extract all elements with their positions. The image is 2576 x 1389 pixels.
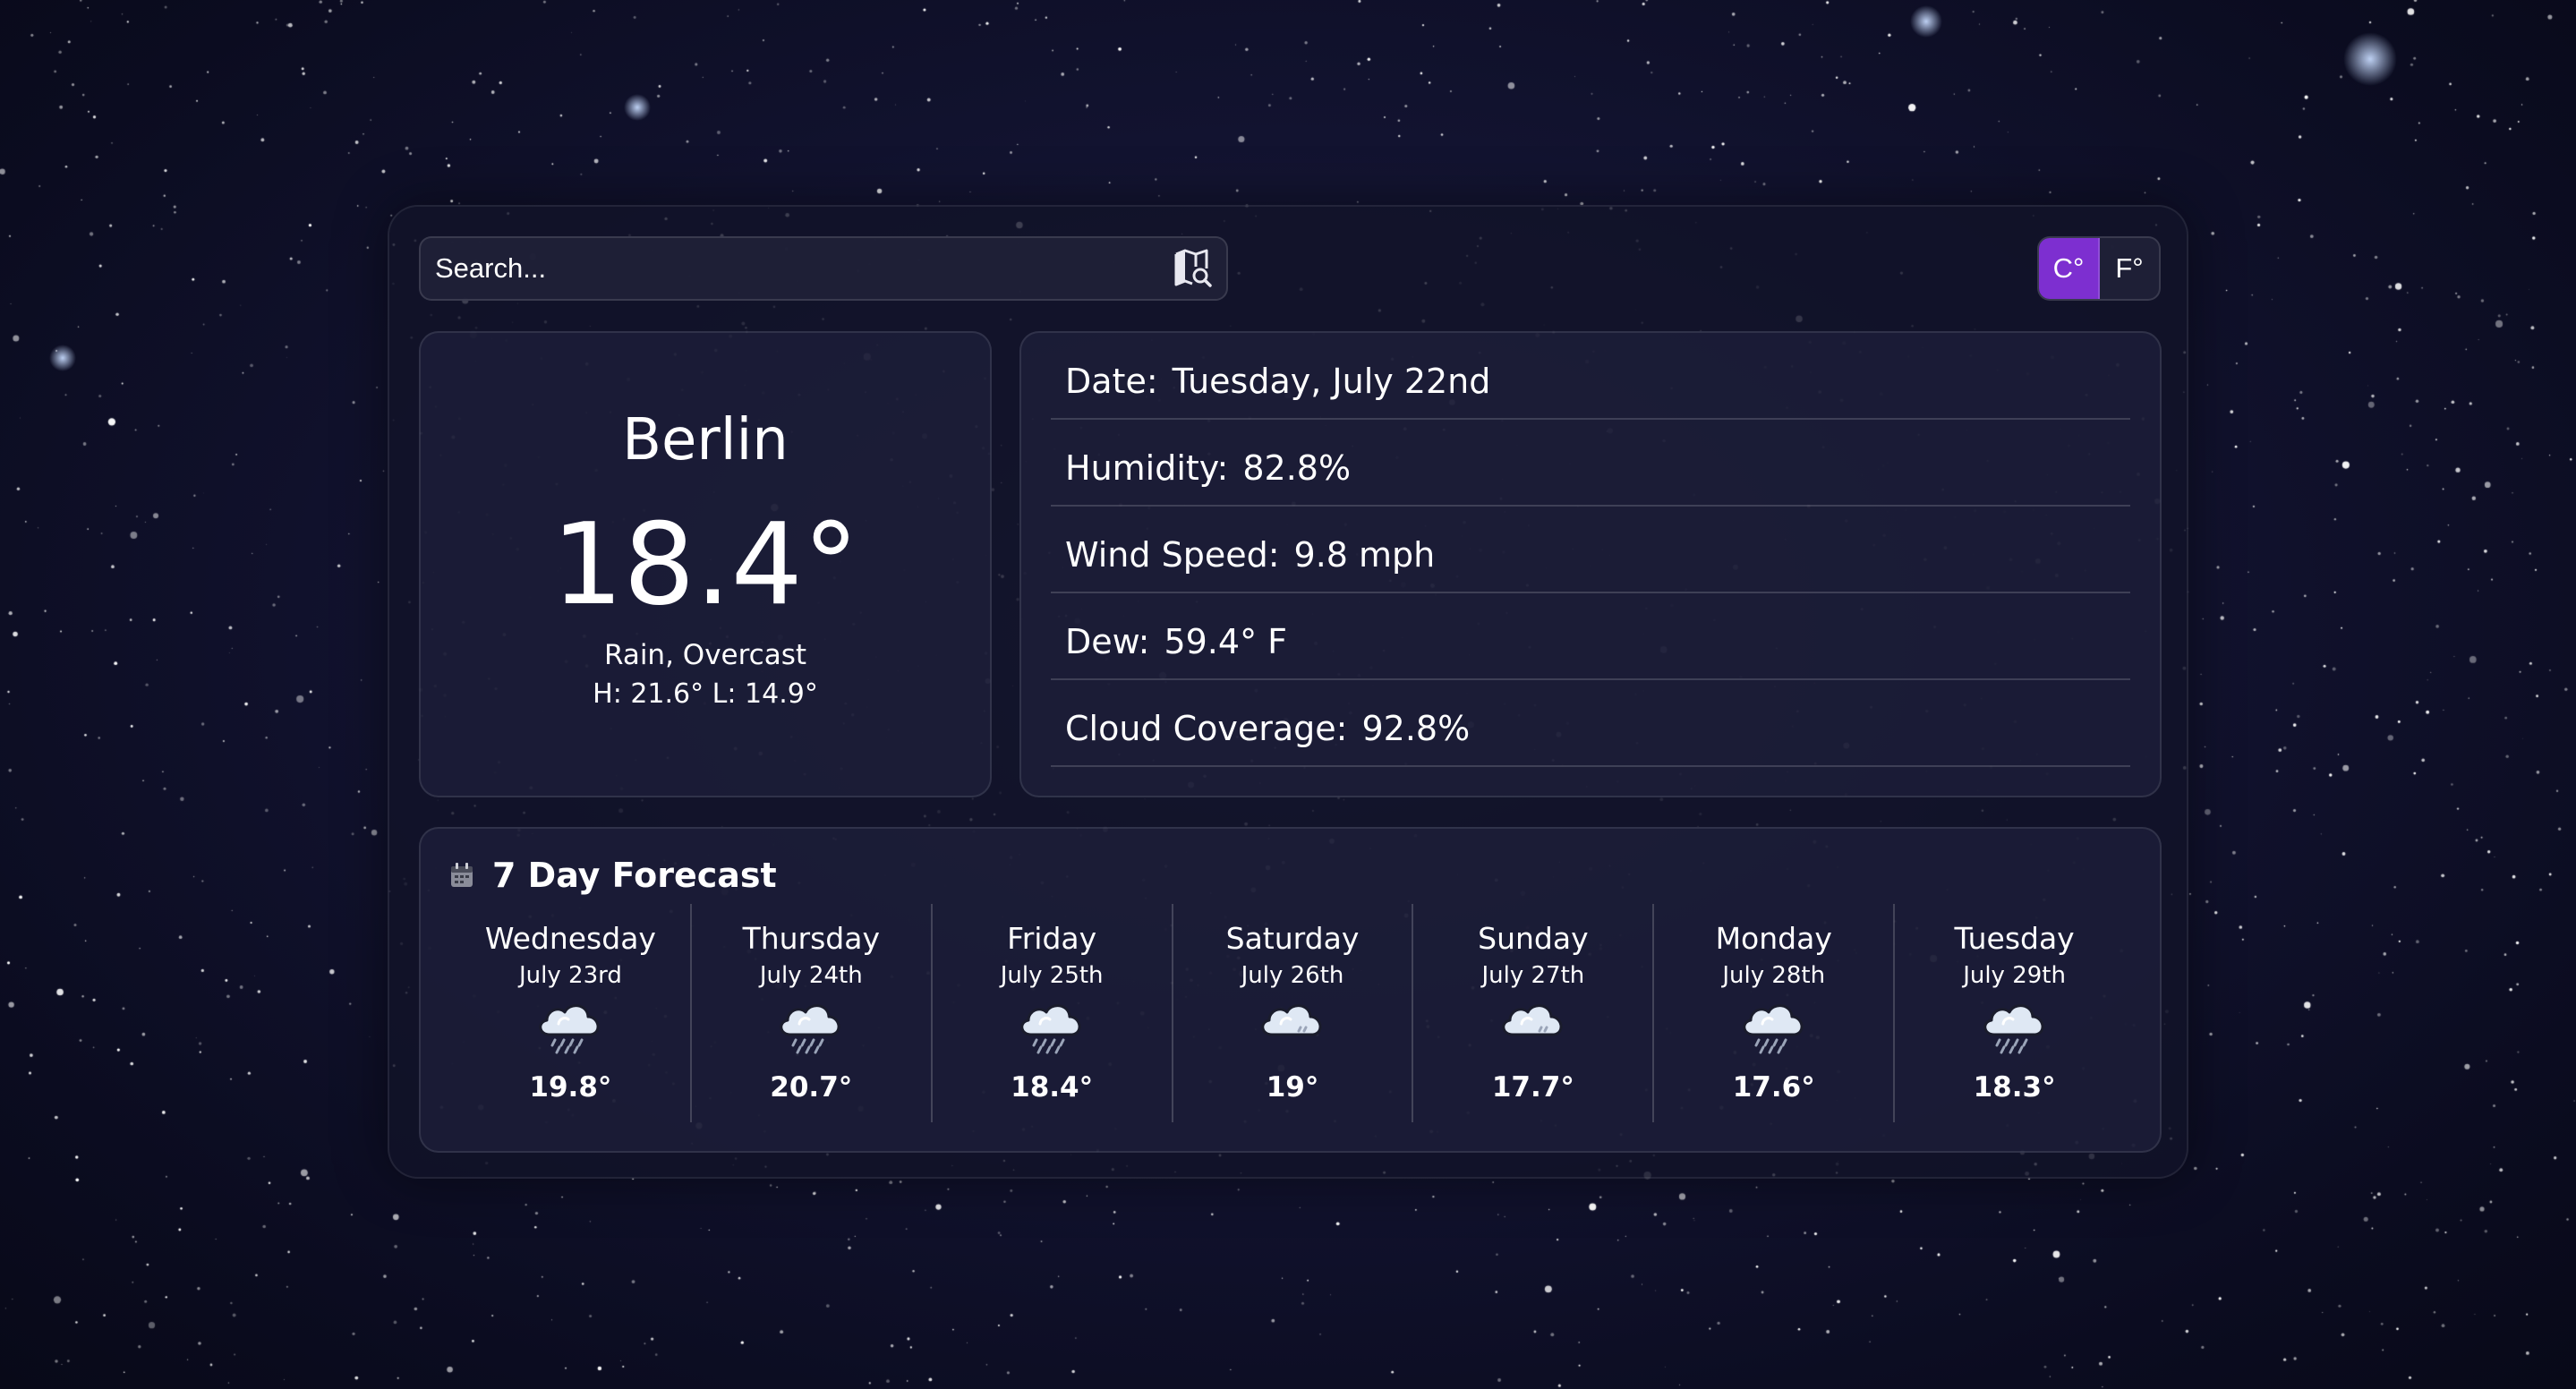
calendar-icon [451,863,473,887]
detail-label: Date: [1065,361,1158,401]
detail-value: 92.8% [1361,708,1471,748]
detail-value: 9.8 mph [1293,534,1436,575]
forecast-day-temperature: 18.4° [1011,1071,1094,1104]
detail-label: Humidity: [1065,447,1229,488]
forecast-card: 7 Day Forecast Wednesday July 23rd 19.8° Th… [419,827,2162,1153]
rain-cloud-icon [1020,1004,1081,1054]
detail-row-date: Date: Tuesday, July 22nd [1051,333,2130,420]
forecast-day-name: Monday [1715,921,1832,956]
forecast-day: Saturday July 26th 19° [1173,904,1414,1122]
current-weather-card: Berlin 18.4° Rain, Overcast H: 21.6° L: … [419,331,992,797]
search-bar [419,236,1228,301]
forecast-days: Wednesday July 23rd 19.8° Thursday July 24th… [451,904,2134,1122]
forecast-day-temperature: 18.3° [1973,1071,2056,1104]
forecast-day: Sunday July 27th 17.7° [1413,904,1655,1122]
forecast-day-temperature: 20.7° [770,1071,853,1104]
detail-label: Dew: [1065,621,1150,661]
forecast-day: Thursday July 24th 20.7° [692,904,933,1122]
rain-cloud-icon [539,1004,600,1054]
weather-condition: Rain, Overcast [603,639,807,671]
current-temperature: 18.4° [551,499,859,630]
forecast-day: Wednesday July 23rd 19.8° [451,904,692,1122]
forecast-day-temperature: 19.8° [529,1071,612,1104]
forecast-day-temperature: 17.7° [1491,1071,1574,1104]
detail-row-dew: Dew: 59.4° F [1051,593,2130,680]
forecast-header: 7 Day Forecast [449,856,777,895]
rain-cloud-icon [1743,1004,1804,1054]
forecast-day-name: Tuesday [1954,921,2075,956]
celsius-button[interactable]: C° [2039,238,2100,299]
forecast-title: 7 Day Forecast [492,856,777,895]
detail-value: 59.4° F [1164,621,1287,661]
drizzle-cloud-icon [1261,1004,1322,1036]
unit-toggle: C° F° [2037,236,2161,301]
forecast-day-name: Thursday [742,921,881,956]
high-low-temperature: H: 21.6° L: 14.9° [593,678,818,710]
weather-details-card: Date: Tuesday, July 22nd Humidity: 82.8%… [1019,331,2162,797]
rain-cloud-icon [780,1004,840,1054]
forecast-day-date: July 23rd [519,962,622,989]
forecast-day-date: July 26th [1241,962,1344,989]
forecast-day-name: Wednesday [484,921,656,956]
forecast-day: Monday July 28th 17.6° [1654,904,1896,1122]
forecast-day: Tuesday July 29th 18.3° [1895,904,2134,1122]
detail-row-cloud-coverage: Cloud Coverage: 92.8% [1051,680,2130,767]
forecast-day-name: Sunday [1478,921,1589,956]
forecast-day-name: Saturday [1225,921,1360,956]
forecast-day-date: July 24th [759,962,863,989]
forecast-day-date: July 28th [1722,962,1826,989]
weather-app-panel: C° F° Berlin 18.4° Rain, Overcast H: 21.… [388,205,2188,1179]
detail-row-humidity: Humidity: 82.8% [1051,420,2130,507]
map-search-icon[interactable] [1173,249,1214,288]
forecast-day: Friday July 25th 18.4° [933,904,1173,1122]
detail-label: Cloud Coverage: [1065,708,1348,748]
fahrenheit-button[interactable]: F° [2100,238,2159,299]
forecast-day-date: July 27th [1481,962,1585,989]
city-name: Berlin [622,407,789,473]
detail-value: 82.8% [1242,447,1352,488]
forecast-day-date: July 29th [1963,962,2066,989]
forecast-day-temperature: 19° [1266,1071,1319,1104]
detail-label: Wind Speed: [1065,534,1280,575]
rain-cloud-icon [1983,1004,2044,1054]
forecast-day-temperature: 17.6° [1732,1071,1815,1104]
drizzle-cloud-icon [1502,1004,1563,1036]
detail-value: Tuesday, July 22nd [1172,361,1491,401]
search-input[interactable] [421,238,1155,299]
forecast-day-date: July 25th [1000,962,1104,989]
detail-row-wind-speed: Wind Speed: 9.8 mph [1051,507,2130,593]
forecast-day-name: Friday [1007,921,1097,956]
